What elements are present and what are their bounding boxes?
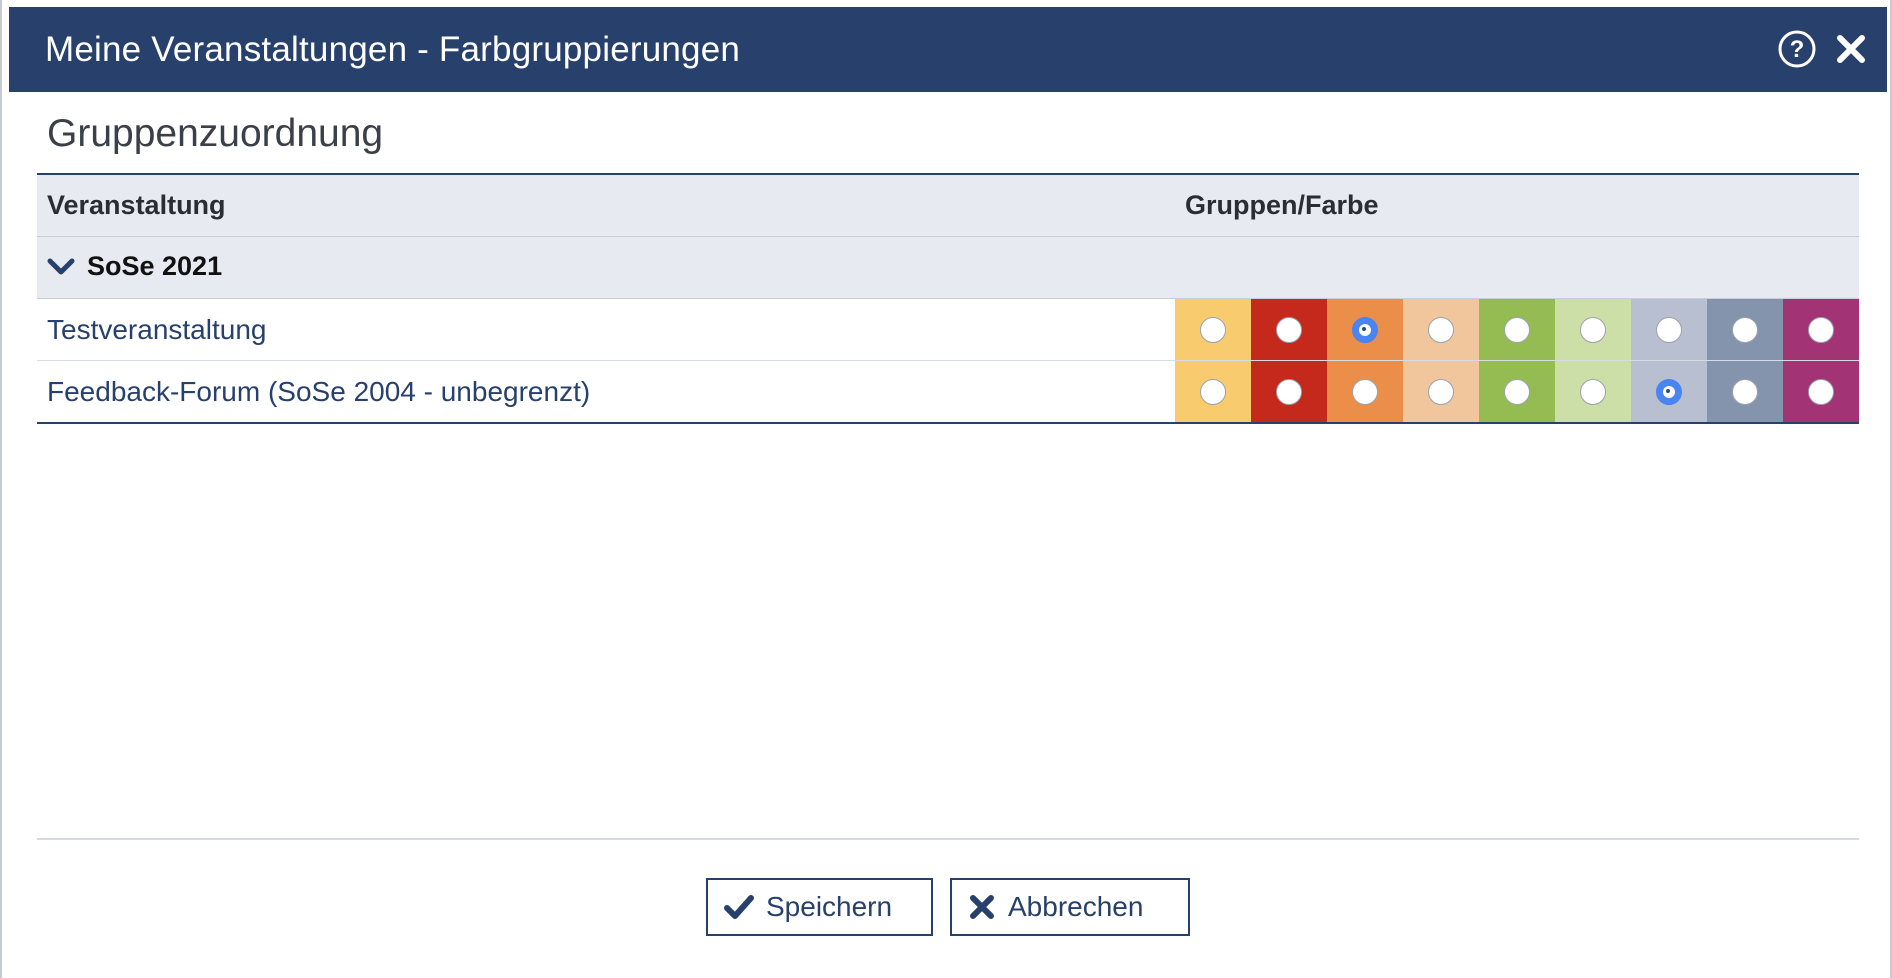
section-title: Gruppenzuordnung [47,112,384,155]
color-group-radio[interactable] [1808,378,1835,405]
color-group-radio[interactable] [1808,316,1835,343]
table-header-row: Veranstaltung Gruppen/Farbe [37,174,1860,237]
color-group-cell[interactable] [1251,360,1327,424]
table-row: Testveranstaltung [37,298,1860,361]
color-group-radio[interactable] [1200,316,1226,343]
course-link[interactable]: Testveranstaltung [37,298,1175,361]
color-group-radio[interactable] [1580,316,1606,343]
close-icon[interactable] [1833,31,1869,67]
color-group-cell[interactable] [1555,298,1631,361]
color-group-radio[interactable] [1656,316,1682,343]
dialog: Meine Veranstaltungen - Farbgruppierunge… [0,0,1892,978]
help-circle-icon[interactable]: ? [1777,29,1817,69]
dialog-titlebar: Meine Veranstaltungen - Farbgruppierunge… [9,7,1887,92]
color-group-radio[interactable] [1200,378,1226,405]
semester-label: SoSe 2021 [87,251,223,282]
color-group-radio[interactable] [1428,378,1454,405]
save-button-label: Speichern [766,891,893,922]
semester-row[interactable]: SoSe 2021 [37,236,1860,299]
color-group-table: Veranstaltung Gruppen/Farbe SoSe 2021 Te… [37,173,1860,424]
color-group-cell[interactable] [1555,360,1631,424]
footer-divider [37,838,1859,840]
course-link[interactable]: Feedback-Forum (SoSe 2004 - unbegrenzt) [37,360,1175,424]
color-group-cell[interactable] [1327,360,1403,424]
checkmark-icon [724,894,754,920]
color-group-cell[interactable] [1175,298,1251,361]
color-group-radio[interactable] [1276,378,1302,405]
color-group-cell[interactable] [1631,298,1707,361]
x-icon [968,893,996,921]
color-group-cell[interactable] [1251,298,1327,361]
cancel-button[interactable]: Abbrechen [950,878,1190,936]
color-group-radio[interactable] [1580,378,1606,405]
color-group-cell[interactable] [1403,298,1479,361]
color-group-radio[interactable] [1656,378,1682,405]
color-group-cell[interactable] [1707,298,1783,361]
color-group-cell[interactable] [1707,360,1783,424]
chevron-down-icon[interactable] [47,253,75,284]
svg-text:?: ? [1790,36,1805,63]
color-group-cell[interactable] [1327,298,1403,361]
color-group-cell[interactable] [1403,360,1479,424]
color-group-cell[interactable] [1479,298,1555,361]
column-header-group: Gruppen/Farbe [1175,174,1860,237]
cancel-button-label: Abbrechen [1008,891,1144,922]
color-group-radio[interactable] [1504,378,1530,405]
color-group-radio[interactable] [1504,316,1530,343]
color-group-radio[interactable] [1428,316,1454,343]
color-group-radio[interactable] [1732,316,1758,343]
save-button[interactable]: Speichern [706,878,933,936]
color-group-cell[interactable] [1631,360,1707,424]
color-group-cell[interactable] [1175,360,1251,424]
color-group-radio[interactable] [1732,378,1758,405]
color-group-radio[interactable] [1352,378,1378,405]
semester-cell[interactable]: SoSe 2021 [37,236,1860,299]
column-header-course: Veranstaltung [37,174,1175,237]
color-group-radio[interactable] [1276,316,1302,343]
color-group-cell[interactable] [1479,360,1555,424]
color-group-radio[interactable] [1352,316,1378,343]
color-group-cell[interactable] [1783,298,1860,361]
table-row: Feedback-Forum (SoSe 2004 - unbegrenzt) [37,360,1860,424]
color-group-cell[interactable] [1783,360,1860,424]
dialog-title: Meine Veranstaltungen - Farbgruppierunge… [45,30,741,69]
